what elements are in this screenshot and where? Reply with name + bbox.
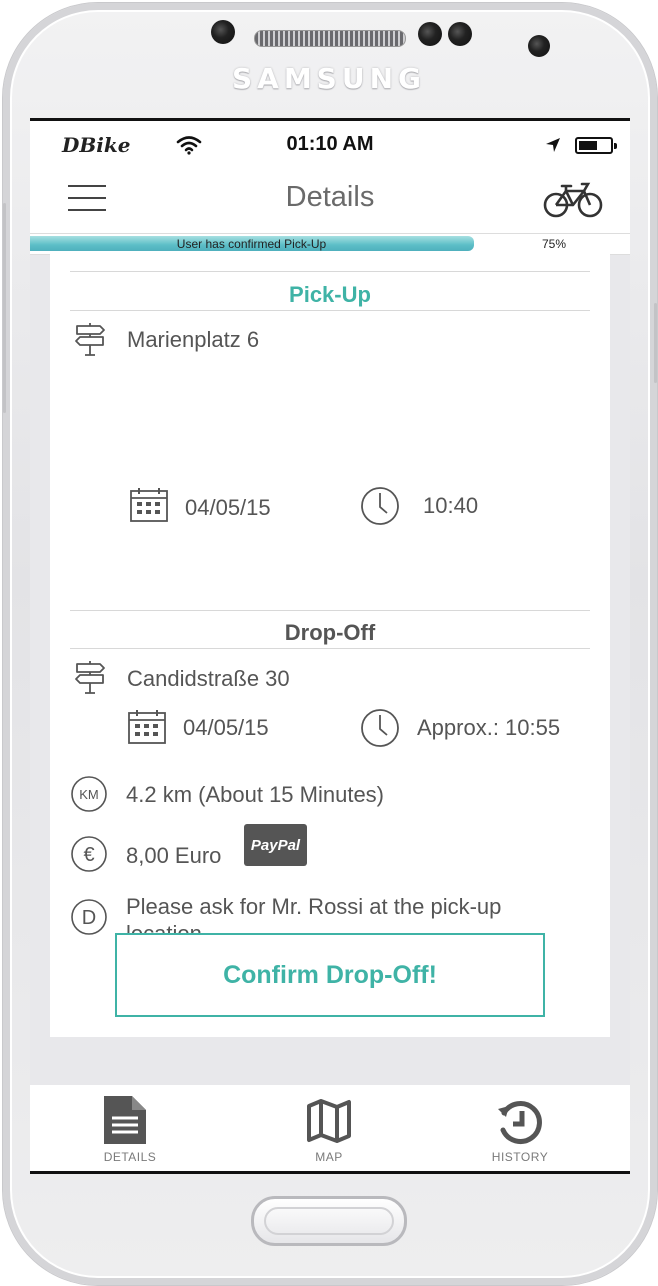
dropoff-time: Approx.: 10:55: [417, 715, 561, 740]
distance-icon: KM: [71, 776, 107, 812]
progress-percent: 75%: [542, 237, 567, 251]
brand-logo: SAMSUNG: [231, 62, 427, 95]
note-icon-text: D: [82, 907, 96, 929]
battery-icon: [575, 137, 617, 154]
pickup-title: Pick-Up: [289, 282, 371, 307]
details-card: Pick-Up Marienplatz 6 04/05/15 10:40 Dro…: [50, 253, 610, 1037]
clock-icon: [361, 487, 399, 525]
status-time: 01:10 AM: [286, 133, 374, 155]
distance-icon-text: KM: [79, 787, 99, 802]
document-icon: [104, 1096, 146, 1144]
front-sensor: [211, 20, 235, 44]
dropoff-address: Candidstraße 30: [127, 666, 290, 691]
front-camera: [528, 35, 550, 57]
divider: [70, 648, 590, 649]
dropoff-date: 04/05/15: [183, 715, 269, 740]
distance-text: 4.2 km (About 15 Minutes): [126, 782, 385, 807]
tab-history[interactable]: HISTORY: [420, 1085, 620, 1171]
bicycle-icon[interactable]: [542, 179, 604, 219]
pickup-date: 04/05/15: [185, 495, 271, 520]
status-bar: DBike 01:10 AM: [30, 121, 630, 165]
tab-bar: DETAILS MAP HISTORY: [30, 1085, 630, 1171]
clock-icon: [361, 709, 399, 747]
progress-label: User has confirmed Pick-Up: [176, 237, 327, 251]
history-icon: [498, 1101, 542, 1144]
home-button[interactable]: [251, 1196, 407, 1246]
euro-icon: €: [71, 836, 107, 872]
calendar-icon: [128, 710, 166, 744]
note-line-1: Please ask for Mr. Rossi at the pick-up: [126, 894, 502, 919]
volume-button: [3, 203, 6, 413]
pickup-time: 10:40: [423, 493, 479, 518]
power-button: [654, 303, 657, 383]
divider: [70, 310, 590, 311]
paypal-badge: PayPal: [244, 824, 307, 866]
tab-label: DETAILS: [103, 1150, 157, 1164]
screen: DBike 01:10 AM Details User has confirme…: [30, 118, 630, 1174]
price-text: 8,00 Euro: [126, 843, 222, 868]
map-icon: [307, 1099, 351, 1143]
navigation-bar: Details: [30, 165, 630, 233]
divider: [70, 271, 590, 272]
driver-note-icon: D: [71, 899, 107, 935]
signpost-icon: [75, 323, 105, 356]
divider: [70, 610, 590, 611]
light-sensor: [448, 22, 472, 46]
tab-details[interactable]: DETAILS: [30, 1085, 230, 1171]
progress-row: User has confirmed Pick-Up 75%: [30, 233, 630, 255]
tab-label: HISTORY: [491, 1150, 549, 1164]
dropoff-title: Drop-Off: [284, 620, 376, 645]
signpost-icon: [75, 661, 105, 694]
pickup-address: Marienplatz 6: [127, 327, 260, 352]
earpiece-speaker: [254, 30, 406, 47]
location-arrow-icon: [546, 138, 560, 152]
confirm-dropoff-button[interactable]: Confirm Drop-Off!: [115, 933, 545, 1017]
calendar-icon: [130, 488, 168, 522]
tab-label: MAP: [315, 1150, 343, 1164]
proximity-sensor: [418, 22, 442, 46]
euro-icon-text: €: [83, 844, 94, 866]
tab-map[interactable]: MAP: [229, 1085, 429, 1171]
page-title: Details: [285, 181, 375, 213]
